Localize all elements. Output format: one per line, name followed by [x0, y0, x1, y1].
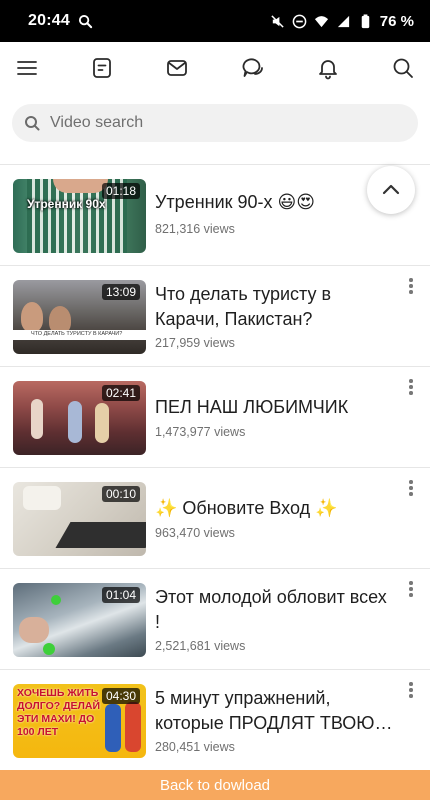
video-views: 217,959 views	[155, 336, 235, 350]
video-thumbnail[interactable]: 00:10	[13, 482, 146, 556]
battery-level: 76 %	[379, 12, 414, 30]
search-icon	[78, 14, 93, 28]
video-views: 280,451 views	[155, 740, 235, 754]
video-item[interactable]: 02:41 ПЕЛ НАШ ЛЮБИМЧИК 1,473,977 views	[0, 367, 430, 468]
video-item[interactable]: ЧТО ДЕЛАТЬ ТУРИСТУ В КАРАЧИ? 13:09 Что д…	[0, 266, 430, 367]
video-item[interactable]: Утренник 90х 01:18 Утренник 90-х 😃😍 821,…	[0, 165, 430, 266]
video-views: 963,470 views	[155, 526, 235, 540]
video-title[interactable]: Что делать туристу в Карачи, Пакистан?	[155, 282, 395, 332]
menu-icon	[17, 61, 37, 75]
discussions-button[interactable]	[240, 55, 266, 81]
video-title[interactable]: Этот молодой обловит всех !	[155, 585, 395, 635]
more-options-button[interactable]	[408, 581, 414, 599]
signal-icon	[337, 15, 349, 27]
video-duration: 04:30	[101, 688, 140, 704]
video-search-input[interactable]	[50, 114, 390, 132]
video-duration: 13:09	[101, 284, 140, 300]
video-item[interactable]: ХОЧЕШЬ ЖИТЬ ДОЛГО? ДЕЛАЙ ЭТИ МАХИ! ДО 10…	[0, 670, 430, 771]
menu-button[interactable]	[14, 55, 40, 81]
video-duration: 02:41	[101, 385, 140, 401]
more-options-button[interactable]	[408, 682, 414, 700]
status-bar: 20:44 76 %	[0, 0, 430, 42]
video-thumbnail[interactable]: 01:04	[13, 583, 146, 657]
wifi-icon	[314, 15, 328, 27]
chat-icon	[242, 58, 263, 77]
video-title[interactable]: ✨ Обновите Вход ✨	[155, 496, 395, 521]
video-views: 2,521,681 views	[155, 639, 246, 653]
video-thumbnail[interactable]: Утренник 90х 01:18	[13, 179, 146, 253]
video-item[interactable]: 00:10 ✨ Обновите Вход ✨ 963,470 views	[0, 468, 430, 569]
video-views: 821,316 views	[155, 222, 235, 236]
more-options-button[interactable]	[408, 379, 414, 397]
mute-icon	[271, 14, 284, 28]
video-duration: 01:18	[101, 183, 140, 199]
messages-button[interactable]	[164, 55, 190, 81]
clock: 20:44	[28, 12, 70, 29]
notes-icon	[93, 58, 112, 78]
search-icon	[25, 116, 40, 131]
video-title[interactable]: 5 минут упражнений, которые ПРОДЛЯТ ТВОЮ…	[155, 686, 395, 736]
battery-icon	[361, 13, 370, 28]
more-options-button[interactable]	[408, 480, 414, 498]
chevron-up-icon	[382, 184, 400, 195]
thumbnail-caption: Утренник 90х	[27, 197, 106, 211]
thumbnail-caption: ЧТО ДЕЛАТЬ ТУРИСТУ В КАРАЧИ?	[31, 331, 123, 337]
video-search-bar[interactable]	[12, 104, 418, 142]
mail-icon	[167, 60, 188, 76]
video-duration: 01:04	[101, 587, 140, 603]
top-navigation	[0, 42, 430, 94]
search-icon	[393, 58, 413, 78]
bell-icon	[318, 60, 337, 80]
video-duration: 00:10	[101, 486, 140, 502]
notes-button[interactable]	[89, 55, 115, 81]
scroll-to-top-button[interactable]	[367, 166, 415, 214]
video-thumbnail[interactable]: 02:41	[13, 381, 146, 455]
search-button[interactable]	[390, 55, 416, 81]
video-item[interactable]: 01:04 Этот молодой обловит всех ! 2,521,…	[0, 569, 430, 670]
more-options-button[interactable]	[408, 278, 414, 296]
thumbnail-caption: ХОЧЕШЬ ЖИТЬ ДОЛГО? ДЕЛАЙ ЭТИ МАХИ! ДО 10…	[17, 687, 101, 738]
video-title[interactable]: Утренник 90-х 😃😍	[155, 190, 395, 215]
video-list: Утренник 90х 01:18 Утренник 90-х 😃😍 821,…	[0, 165, 430, 771]
video-thumbnail[interactable]: ХОЧЕШЬ ЖИТЬ ДОЛГО? ДЕЛАЙ ЭТИ МАХИ! ДО 10…	[13, 684, 146, 758]
back-to-download-button[interactable]: Back to dowload	[0, 770, 430, 800]
video-title[interactable]: ПЕЛ НАШ ЛЮБИМЧИК	[155, 395, 395, 420]
notifications-button[interactable]	[315, 55, 341, 81]
do-not-disturb-icon	[292, 14, 307, 28]
video-views: 1,473,977 views	[155, 425, 246, 439]
video-thumbnail[interactable]: ЧТО ДЕЛАТЬ ТУРИСТУ В КАРАЧИ? 13:09	[13, 280, 146, 354]
